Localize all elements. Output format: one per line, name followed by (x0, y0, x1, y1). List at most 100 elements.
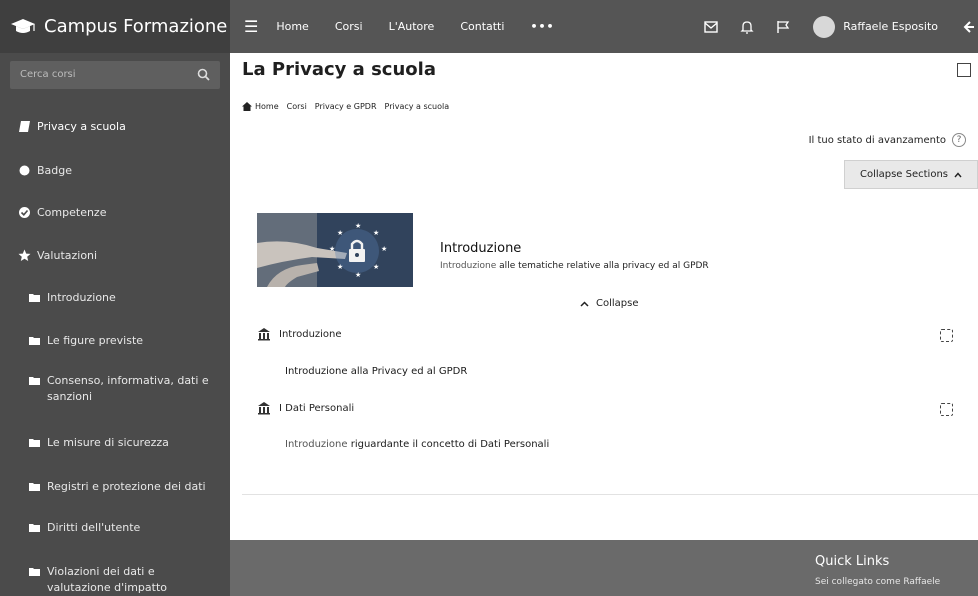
folder-icon (29, 377, 40, 385)
divider (242, 494, 978, 495)
activity-dati-personali[interactable]: I Dati Personali (257, 401, 354, 415)
svg-text:★: ★ (373, 263, 379, 271)
course-search-input[interactable]: Cerca corsi (10, 61, 220, 89)
collapse-sections-button[interactable]: Collapse Sections (844, 160, 978, 189)
section-description-light: Introduzione (440, 261, 497, 271)
section-description-text: alle tematiche relative alla privacy ed … (499, 261, 709, 271)
section-description: Introduzione alle tematiche relative all… (440, 261, 709, 271)
hamburger-menu-icon[interactable]: ☰ (244, 17, 258, 36)
sidebar-item-diritti[interactable]: Diritti dell'utente (0, 520, 230, 536)
sidebar-item-valutazioni[interactable]: Valutazioni (0, 248, 230, 264)
search-icon[interactable] (197, 68, 210, 81)
sidebar-item-label: Diritti dell'utente (47, 521, 141, 534)
nav-link-corsi[interactable]: Corsi (335, 20, 363, 33)
svg-text:★: ★ (355, 271, 361, 279)
sidebar-item-label: Le figure previste (47, 334, 144, 347)
completion-checkbox[interactable] (940, 329, 953, 342)
chevron-up-icon (954, 171, 962, 177)
badge-icon (19, 165, 30, 176)
svg-text:★: ★ (337, 263, 343, 271)
avatar[interactable] (813, 15, 836, 38)
sidebar-item-introduzione[interactable]: Introduzione (0, 290, 230, 306)
sidebar-item-badge[interactable]: Badge (0, 163, 230, 179)
sidebar-item-figure-previste[interactable]: Le figure previste (0, 333, 230, 349)
svg-text:★: ★ (337, 229, 343, 237)
flag-icon[interactable] (775, 19, 791, 35)
more-menu-icon[interactable]: ••• (530, 20, 554, 33)
completion-checkbox[interactable] (940, 403, 953, 416)
section-image: ★ ★ ★ ★ ★ ★ ★ ★ (257, 213, 413, 287)
activity-title: I Dati Personali (279, 402, 355, 414)
collapse-label: Collapse (596, 298, 639, 309)
book-icon (19, 121, 30, 132)
breadcrumb-home-label: Home (255, 102, 279, 111)
sidebar-item-violazioni[interactable]: Violazioni dei dati e valutazione d'impa… (0, 564, 230, 596)
folder-icon (29, 294, 40, 302)
page-title: La Privacy a scuola (242, 59, 436, 80)
activity-introduzione[interactable]: Introduzione (257, 327, 342, 341)
classroom-icon (258, 328, 270, 341)
sidebar-item-label: Registri e protezione dei dati (47, 480, 206, 493)
progress-label: Il tuo stato di avanzamento (808, 134, 946, 146)
collapse-section-toggle[interactable]: Collapse (580, 298, 639, 309)
activity-description-light: Introduzione (285, 439, 348, 450)
star-icon (18, 249, 31, 261)
sidebar-item-label: Introduzione (47, 291, 116, 304)
sidebar-item-competenze[interactable]: Competenze (0, 205, 230, 221)
sidebar-item-consenso[interactable]: Consenso, informativa, dati e sanzioni (0, 373, 230, 405)
activity-description: Introduzione riguardante il concetto di … (285, 439, 549, 450)
folder-icon (29, 337, 40, 345)
arrow-left-icon[interactable] (962, 20, 974, 34)
breadcrumb-home[interactable]: Home (242, 102, 279, 111)
breadcrumb-corsi[interactable]: Corsi (287, 102, 307, 111)
classroom-icon (258, 402, 270, 415)
breadcrumb-current[interactable]: Privacy a scuola (385, 102, 450, 111)
sidebar-item-label: Violazioni dei dati e valutazione d'impa… (47, 565, 167, 594)
svg-text:★: ★ (329, 245, 335, 253)
brand-name: Campus Formazione (44, 16, 228, 37)
activity-description-text: riguardante il concetto di Dati Personal… (350, 439, 550, 450)
privacy-lock-image: ★ ★ ★ ★ ★ ★ ★ ★ (257, 213, 413, 287)
sidebar-item-label: Competenze (37, 206, 107, 219)
sidebar-item-label: Le misure di sicurezza (47, 436, 169, 449)
sidebar-item-misure-sicurezza[interactable]: Le misure di sicurezza (0, 435, 230, 451)
sidebar-item-registri[interactable]: Registri e protezione dei dati (0, 479, 230, 495)
graduation-cap-icon (11, 18, 35, 33)
bell-icon[interactable] (739, 19, 755, 35)
page-checkbox[interactable] (957, 63, 971, 77)
breadcrumb-privacy-gpdr[interactable]: Privacy e GPDR (315, 102, 377, 111)
search-placeholder: Cerca corsi (20, 69, 76, 80)
collapse-sections-label: Collapse Sections (859, 169, 949, 180)
sidebar-item-label: Badge (37, 164, 73, 177)
folder-icon (29, 568, 40, 576)
brand[interactable]: Campus Formazione (0, 0, 230, 53)
activity-title: Introduzione (279, 328, 342, 340)
folder-icon (29, 483, 40, 491)
mail-icon[interactable] (703, 19, 719, 35)
help-icon[interactable]: ? (952, 133, 966, 147)
footer: Quick Links Sei collegato come Raffaele (230, 540, 978, 596)
activity-description-text: Introduzione alla Privacy ed al GPDR (285, 366, 468, 377)
user-area: Raffaele Esposito (703, 0, 978, 53)
chevron-up-icon (580, 300, 589, 307)
sidebar-item-label: Privacy a scuola (37, 120, 126, 133)
sidebar-item-label: Consenso, informativa, dati e sanzioni (47, 374, 209, 403)
activity-description: Introduzione alla Privacy ed al GPDR (285, 366, 467, 377)
sidebar-item-privacy-a-scuola[interactable]: Privacy a scuola (0, 119, 230, 135)
sidebar-item-label: Valutazioni (37, 249, 98, 262)
folder-icon (29, 439, 40, 447)
svg-text:★: ★ (355, 222, 361, 230)
breadcrumb: Home Corsi Privacy e GPDR Privacy a scuo… (242, 102, 449, 111)
progress-status: Il tuo stato di avanzamento ? (809, 133, 966, 147)
quick-links-title: Quick Links (815, 554, 890, 569)
home-icon (242, 102, 252, 111)
logged-in-text: Sei collegato come Raffaele (815, 577, 941, 587)
sidebar: Cerca corsi Privacy a scuola Badge Compe… (0, 53, 230, 596)
nav-link-autore[interactable]: L'Autore (389, 20, 435, 33)
nav-link-home[interactable]: Home (276, 20, 308, 33)
folder-icon (29, 524, 40, 532)
nav-link-contatti[interactable]: Contatti (460, 20, 504, 33)
user-name[interactable]: Raffaele Esposito (843, 20, 938, 33)
main-nav: Home Corsi L'Autore Contatti ••• (276, 20, 554, 33)
section-title[interactable]: Introduzione (440, 241, 521, 256)
